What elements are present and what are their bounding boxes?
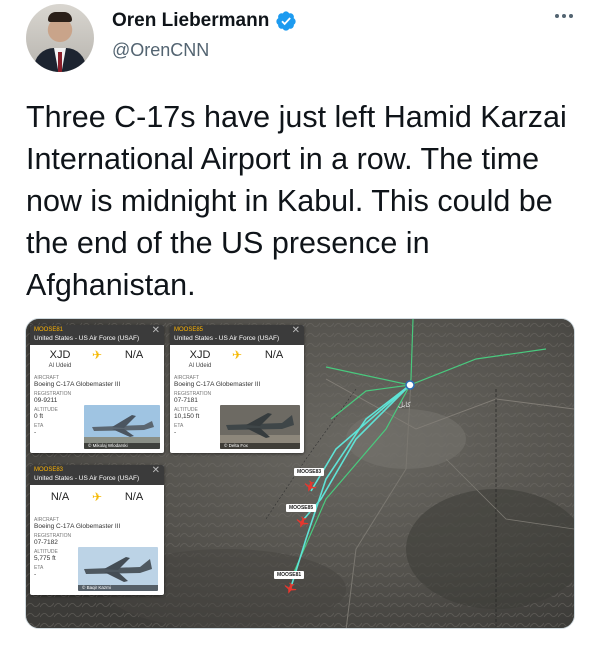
callsign: MOOSE83 [34,467,64,473]
callsign: MOOSE81 [34,327,64,333]
route-row: XJD ✈ N/A [30,345,164,363]
registration-value: 07-7182 [34,539,58,546]
dot [569,14,573,18]
aircraft-type: Boeing C-17A Globemaster III [34,523,121,530]
tweet: Oren Liebermann @OrenCNN Three C-17s hav… [0,0,600,653]
aircraft-type: Boeing C-17A Globemaster III [174,381,261,388]
airplane-icon: ✈ [91,490,103,504]
photo-credit: © Baqir Kazmi [78,585,158,591]
registration-value: 07-7181 [174,397,198,404]
origin-code: XJD [189,348,211,361]
registration-value: 09-9211 [34,397,58,404]
close-icon[interactable]: ✕ [152,326,160,336]
kabul-airport-marker [405,380,415,390]
aircraft-photo[interactable]: © Baqir Kazmi [78,547,158,591]
aircraft-photo[interactable]: © Delta Fox [220,405,300,449]
airplane-icon: ✈ [231,348,243,362]
origin-code: XJD [49,348,71,361]
flight-card-header: MOOSE81 United States - US Air Force (US… [30,325,164,345]
airport-names [30,507,164,515]
author-avatar[interactable] [26,4,94,72]
author-name-row: Oren Liebermann [112,10,297,32]
close-icon[interactable]: ✕ [292,326,300,336]
avatar-tie [58,52,62,72]
flight-card-header: MOOSE83 United States - US Air Force (US… [30,465,164,485]
author-handle[interactable]: @OrenCNN [112,40,209,61]
operator: United States - US Air Force (USAF) [34,335,140,342]
close-icon[interactable]: ✕ [152,466,160,476]
dot [555,14,559,18]
flight-card-moose81[interactable]: MOOSE81 United States - US Air Force (US… [30,325,164,453]
map-label-moose81[interactable]: MOOSE81 [274,571,305,579]
destination-code: N/A [264,348,284,361]
origin-name: Al Udeid [188,363,212,369]
aircraft-photo[interactable]: © Mikolaj Wlodarski [84,405,160,449]
kabul-label: کابل [398,401,411,409]
tweet-media-image[interactable]: کابل MOOSE83 MOOSE85 MOOSE81 MOOSE81 Uni… [25,318,575,629]
route-row: N/A ✈ N/A [30,485,164,507]
flight-card-header: MOOSE85 United States - US Air Force (US… [170,325,304,345]
dot [562,14,566,18]
destination-code: N/A [124,348,144,361]
map-label-moose83[interactable]: MOOSE83 [294,468,325,476]
destination-code: N/A [124,490,144,503]
airport-names: Al Udeid [170,363,304,373]
operator: United States - US Air Force (USAF) [34,475,140,482]
tweet-text: Three C-17s have just left Hamid Karzai … [26,100,567,302]
airport-names: Al Udeid [30,363,164,373]
author-name[interactable]: Oren Liebermann [112,10,269,32]
callsign: MOOSE85 [174,327,204,333]
more-dots-icon[interactable] [548,4,580,28]
operator: United States - US Air Force (USAF) [174,335,280,342]
flight-card-moose85[interactable]: MOOSE85 United States - US Air Force (US… [170,325,304,453]
flight-card-moose83[interactable]: MOOSE83 United States - US Air Force (US… [30,465,164,595]
aircraft-type: Boeing C-17A Globemaster III [34,381,121,388]
avatar-hair [48,12,72,22]
map-label-moose85[interactable]: MOOSE85 [286,504,317,512]
airplane-icon: ✈ [91,348,103,362]
photo-credit: © Delta Fox [220,443,300,449]
origin-name: Al Udeid [48,363,72,369]
photo-credit: © Mikolaj Wlodarski [84,443,160,449]
verified-badge-icon [276,11,296,31]
origin-code: N/A [50,490,70,503]
route-row: XJD ✈ N/A [170,345,304,363]
